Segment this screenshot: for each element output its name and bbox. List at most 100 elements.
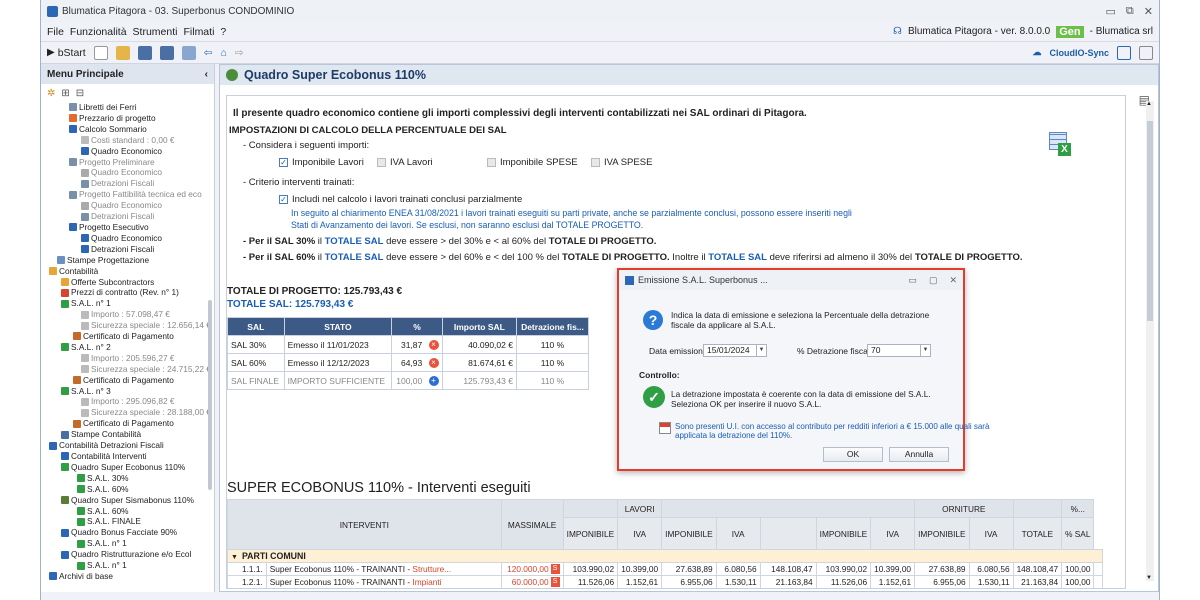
forward-arrow-icon[interactable]: ⇨ [235, 47, 244, 59]
home-icon[interactable]: ⌂ [221, 47, 227, 59]
tree-item[interactable]: Contabilità [41, 266, 214, 277]
save-icon[interactable] [137, 45, 152, 60]
tree-item[interactable]: Importo : 57.098,47 € [41, 309, 214, 320]
tree-item[interactable]: Contabilità Interventi [41, 451, 214, 462]
tree-item[interactable]: Detrazioni Fiscali [41, 244, 214, 255]
bstart-button[interactable]: ▶ bStart [47, 47, 86, 59]
grid-row[interactable]: 1.2.1. Super Ecobonus 110% - TRAINANTI - … [227, 575, 1103, 588]
chevron-down-icon[interactable]: ▼ [231, 554, 238, 561]
tree-item[interactable]: Progetto Fattibilità tecnica ed eco [41, 189, 214, 200]
grid-group-row[interactable]: ▼ PARTI COMUNI [227, 549, 1103, 563]
tree-item[interactable]: Sicurezza speciale : 28.188,00 € [41, 407, 214, 418]
tree-item[interactable]: Quadro Economico [41, 200, 214, 211]
tree-item[interactable]: Contabilità Detrazioni Fiscali [41, 440, 214, 451]
tree-item[interactable]: Importo : 295.096,82 € [41, 396, 214, 407]
restore-icon[interactable]: ⧉ [1126, 5, 1134, 18]
tree-item[interactable]: S.A.L. n° 1 [41, 560, 214, 571]
tree-item[interactable]: Detrazioni Fiscali [41, 178, 214, 189]
tree-item[interactable]: S.A.L. n° 2 [41, 342, 214, 353]
support-icon[interactable]: ☊ [893, 26, 902, 37]
minimize-icon[interactable]: ▭ [1106, 5, 1116, 18]
menu-strumenti[interactable]: Strumenti [133, 26, 178, 38]
tree-item[interactable]: Quadro Economico [41, 146, 214, 157]
tree-item[interactable]: S.A.L. n° 3 [41, 386, 214, 397]
tree-item[interactable]: Calcolo Sommario [41, 124, 214, 135]
sal-row[interactable]: SAL 30% Emesso il 11/01/2023 31,87 × 40.090,… [227, 335, 590, 354]
tree-item[interactable]: S.A.L. 60% [41, 506, 214, 517]
tree-item[interactable]: Stampe Contabilità [41, 429, 214, 440]
tree-item[interactable]: Offerte Subcontractors [41, 277, 214, 288]
back-arrow-icon[interactable]: ⇦ [204, 47, 213, 59]
menu-filmati[interactable]: Filmati [183, 26, 214, 38]
save-all-icon[interactable] [159, 45, 174, 60]
menu-funzionalita[interactable]: Funzionalità [70, 26, 127, 38]
sal-action-cell[interactable]: × [425, 353, 443, 372]
add-icon[interactable]: + [428, 376, 439, 386]
tree-item[interactable]: S.A.L. 60% [41, 484, 214, 495]
tree-item[interactable]: Progetto Esecutivo [41, 222, 214, 233]
checkbox-imponibile-lavori[interactable]: ✓ Imponibile Lavori [279, 157, 364, 168]
open-folder-icon[interactable] [115, 45, 130, 60]
chevron-down-icon[interactable]: ▼ [920, 345, 930, 356]
tree-item[interactable]: S.A.L. 30% [41, 473, 214, 484]
grid-view-icon[interactable] [1117, 45, 1131, 60]
sal-action-cell[interactable]: + [425, 371, 443, 390]
annulla-button[interactable]: Annulla [889, 447, 949, 462]
content-scrollbar[interactable]: ▲ ▼ [1146, 101, 1154, 581]
dialog-minimize-icon[interactable]: ▭ [908, 275, 917, 286]
remove-icon[interactable]: × [428, 358, 439, 368]
grid-header-pct-menu[interactable]: %... [1061, 499, 1095, 518]
tree-item[interactable]: Quadro Economico [41, 233, 214, 244]
dialog-close-icon[interactable]: ✕ [949, 275, 957, 286]
collapse-sidebar-icon[interactable]: ‹ [205, 69, 208, 80]
tree-item[interactable]: Prezzi di contratto (Rev. n° 1) [41, 287, 214, 298]
dialog-maximize-icon[interactable]: ▢ [929, 275, 938, 286]
close-icon[interactable]: ✕ [1144, 5, 1153, 18]
tree-item[interactable]: Importo : 205.596,27 € [41, 353, 214, 364]
calendar-dropdown-icon[interactable]: ▼ [756, 345, 766, 356]
grid-row[interactable]: 1.1.1. Super Ecobonus 110% - TRAINANTI - … [227, 562, 1103, 576]
new-document-icon[interactable] [93, 45, 108, 60]
menu-file[interactable]: File [47, 26, 64, 38]
menu-help[interactable]: ? [220, 26, 226, 38]
tree-item[interactable]: Prezzario di progetto [41, 113, 214, 124]
tree-item[interactable]: Stampe Progettazione [41, 255, 214, 266]
checkbox-iva-spese[interactable]: IVA SPESE [591, 157, 652, 168]
tree-item[interactable]: Quadro Bonus Facciate 90% [41, 527, 214, 538]
checkbox-includi-trainati[interactable]: ✓ Includi nel calcolo i lavori trainati c… [279, 194, 522, 205]
tree-item[interactable]: Quadro Economico [41, 167, 214, 178]
sal-row[interactable]: SAL FINALE IMPORTO SUFFICIENTE 100,00 +125.… [227, 371, 590, 390]
tree-item[interactable]: Libretti dei Ferri [41, 102, 214, 113]
scroll-up-icon[interactable]: ▲ [1146, 101, 1152, 107]
cloud-sync-button[interactable]: CloudIO-Sync [1049, 48, 1109, 58]
tree-item[interactable]: S.A.L. FINALE [41, 516, 214, 527]
tree-item[interactable]: Sicurezza speciale : 12.656,14 € [41, 320, 214, 331]
tree-item[interactable]: Archivi di base [41, 571, 214, 582]
tree-item[interactable]: Detrazioni Fiscali [41, 211, 214, 222]
remove-icon[interactable]: × [428, 340, 439, 350]
collapse-all-icon[interactable]: ⊟ [76, 88, 84, 99]
tree-item[interactable]: Sicurezza speciale : 24.715,22 € [41, 364, 214, 375]
scroll-thumb[interactable] [1147, 121, 1153, 321]
tree-item[interactable]: Progetto Preliminare [41, 157, 214, 168]
tree-item[interactable]: Quadro Ristrutturazione e/o Ecol [41, 549, 214, 560]
grid-group-row[interactable]: ▼U.I. U.I. 02 - ROSSI MARCO Piano T Int.… [228, 589, 1103, 590]
excel-export-icon[interactable]: X [1049, 132, 1071, 158]
export-icon[interactable] [1139, 45, 1153, 60]
tree-item[interactable]: S.A.L. n° 1 [41, 538, 214, 549]
refresh-icon[interactable] [181, 45, 196, 60]
data-emissione-input[interactable]: 15/01/2024 ▼ [703, 344, 767, 357]
scroll-down-icon[interactable]: ▼ [1146, 575, 1152, 581]
tree-item[interactable]: Quadro Super Ecobonus 110% [41, 462, 214, 473]
expand-all-icon[interactable]: ⊞ [61, 88, 69, 99]
checkbox-iva-lavori[interactable]: IVA Lavori [377, 157, 433, 168]
ok-button[interactable]: OK [823, 447, 883, 462]
sidebar-scrollbar[interactable] [208, 300, 212, 490]
checkbox-imponibile-spese[interactable]: Imponibile SPESE [487, 157, 578, 168]
sal-row[interactable]: SAL 60% Emesso il 12/12/2023 64,93 × 81.674,… [227, 353, 590, 372]
tree-item[interactable]: Certificato di Pagamento [41, 375, 214, 386]
tree-item[interactable]: Costi standard : 0,00 € [41, 135, 214, 146]
detrazione-select[interactable]: 70 ▼ [867, 344, 931, 357]
sal-action-cell[interactable]: × [425, 335, 443, 354]
tree-item[interactable]: Quadro Super Sismabonus 110% [41, 495, 214, 506]
